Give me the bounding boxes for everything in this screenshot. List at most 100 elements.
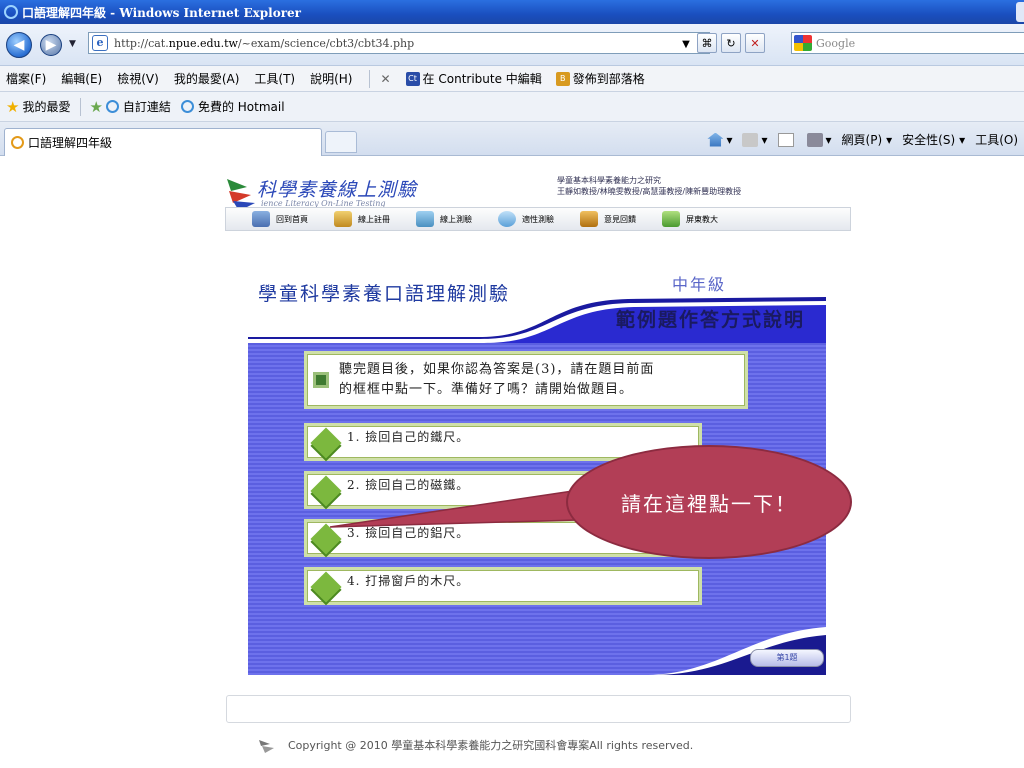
compatibility-view-icon[interactable]: ⌘ xyxy=(697,33,717,53)
back-button[interactable]: ◀ xyxy=(6,32,32,58)
close-toolbar-icon[interactable]: ✕ xyxy=(380,72,390,86)
blog-icon: B xyxy=(555,71,570,86)
nav-home-label: 回到首頁 xyxy=(276,214,308,224)
publish-blog-button[interactable]: B 發佈到部落格 xyxy=(555,70,645,87)
contribute-edit-button[interactable]: Ct 在 Contribute 中編輯 xyxy=(405,70,542,87)
university-nav-icon xyxy=(662,211,680,227)
home-icon xyxy=(707,132,724,147)
nav-adaptive-test[interactable]: 適性測驗 xyxy=(498,211,554,227)
next-question-button[interactable]: 第1題 xyxy=(748,649,824,671)
custom-links-label: 自訂連結 xyxy=(122,100,171,114)
menu-tools[interactable]: 工具(T) xyxy=(254,70,295,87)
site-nav: 回到首頁 線上註冊 線上測驗 適性測驗 意見回饋 屏東教大 xyxy=(225,207,851,231)
refresh-icon[interactable]: ↻ xyxy=(721,33,741,53)
hotmail-link[interactable]: 免費的 Hotmail xyxy=(180,98,285,115)
site-logo-title: 科學素養線上測驗 xyxy=(257,179,418,201)
copyright: Copyright @ 2010 學童基本科學素養能力之研究國科會專案All r… xyxy=(258,736,693,754)
project-title: 學童基本科學素養能力之研究 xyxy=(557,176,661,185)
nav-university-label: 屏東教大 xyxy=(686,214,718,224)
search-placeholder: Google xyxy=(816,36,856,50)
feeds-button[interactable]: ▾ xyxy=(742,132,768,147)
menu-favorites[interactable]: 我的最愛(A) xyxy=(174,70,240,87)
new-tab-button[interactable] xyxy=(325,131,357,153)
favorites-separator xyxy=(80,97,82,116)
stop-icon[interactable]: ✕ xyxy=(745,33,765,53)
url-path: /~exam/science/cbt3/cbt34.php xyxy=(237,36,415,50)
nav-university[interactable]: 屏東教大 xyxy=(662,211,718,227)
option-diamond-icon[interactable] xyxy=(310,571,342,603)
mail-icon xyxy=(777,132,794,147)
nav-home[interactable]: 回到首頁 xyxy=(252,211,308,227)
command-bar: ▾ ▾ ▾ 網頁(P) ▾ 安全性(S) ▾ 工具(O) xyxy=(697,131,1018,148)
option-diamond-icon[interactable] xyxy=(310,523,342,555)
page-icon: e xyxy=(92,35,108,51)
favorites-label: 我的最愛 xyxy=(22,100,71,114)
feedback-nav-icon xyxy=(580,211,598,227)
nav-feedback-label: 意見回饋 xyxy=(604,214,636,224)
bottom-wave xyxy=(248,627,826,675)
safety-menu[interactable]: 安全性(S) xyxy=(902,131,955,148)
menu-view[interactable]: 檢視(V) xyxy=(117,70,159,87)
menu-edit[interactable]: 編輯(E) xyxy=(61,70,102,87)
instruction-line-2: 的框框中點一下。準備好了嗎？請開始做題目。 xyxy=(339,382,634,397)
menu-file[interactable]: 檔案(F) xyxy=(6,70,46,87)
history-dropdown-icon[interactable]: ▼ xyxy=(69,39,76,49)
tools-menu[interactable]: 工具(O) xyxy=(975,131,1018,148)
option-label: 3. 撿回自己的鋁尺。 xyxy=(347,526,470,540)
tab-favicon xyxy=(11,136,24,149)
instruction-box: 聽完題目後，如果你認為答案是(3)，請在題目前面 的框框中點一下。準備好了嗎？請… xyxy=(304,351,748,409)
safety-menu-chevron-icon[interactable]: ▾ xyxy=(959,133,965,147)
nav-online-test[interactable]: 線上測驗 xyxy=(416,211,472,227)
option-diamond-icon[interactable] xyxy=(310,475,342,507)
test-nav-icon xyxy=(416,211,434,227)
address-toolbar: ◀ ▶ ▼ e http://cat. npue.edu.tw/~exam/sci… xyxy=(0,24,1024,66)
rss-icon xyxy=(742,132,759,147)
project-authors: 王靜如教授/林曉雯教授/高慧蓮教授/陳新豐助理教授 xyxy=(557,187,742,196)
click-hint-callout: 請在這裡點一下！ xyxy=(566,445,852,559)
nav-register[interactable]: 線上註冊 xyxy=(334,211,390,227)
option-label: 2. 撿回自己的磁鐵。 xyxy=(347,478,470,492)
next-question-label: 第1題 xyxy=(750,649,824,667)
nav-feedback[interactable]: 意見回饋 xyxy=(580,211,636,227)
window-title: 口語理解四年級 - Windows Internet Explorer xyxy=(22,5,301,20)
menu-help[interactable]: 說明(H) xyxy=(310,70,352,87)
window-controls[interactable] xyxy=(1016,2,1024,22)
ie-link-icon xyxy=(180,100,194,113)
add-favorite-button[interactable]: ★ 自訂連結 xyxy=(89,98,170,116)
tab-row: 口語理解四年級 ▾ ▾ ▾ 網頁(P) ▾ 安全性(S) ▾ 工具(O) xyxy=(0,122,1024,156)
ie-link-icon xyxy=(105,100,119,113)
callout-text: 請在這裡點一下！ xyxy=(621,491,797,516)
google-logo-icon xyxy=(794,35,812,51)
menu-separator xyxy=(369,69,371,88)
option-diamond-icon[interactable] xyxy=(310,427,342,459)
ie-logo-icon xyxy=(4,5,18,19)
project-credits: 學童基本科學素養能力之研究 王靜如教授/林曉雯教授/高慧蓮教授/陳新豐助理教授 xyxy=(557,175,741,197)
mail-button[interactable] xyxy=(777,132,797,147)
print-button[interactable]: ▾ xyxy=(806,132,832,147)
page-content: 科學素養線上測驗 ience Literacy On-Line Testing … xyxy=(0,157,1024,768)
grade-label: 中年級 xyxy=(672,275,727,294)
answer-option-4[interactable]: 4. 打掃窗戶的木尺。 xyxy=(304,567,702,605)
search-input[interactable]: Google xyxy=(791,32,1024,54)
forward-button[interactable]: ▶ xyxy=(40,34,62,56)
contribute-edit-label: 在 Contribute 中編輯 xyxy=(422,72,542,86)
page-menu-chevron-icon[interactable]: ▾ xyxy=(886,133,892,147)
footer-bar xyxy=(226,695,851,723)
contribute-icon: Ct xyxy=(405,71,420,86)
home-button[interactable]: ▾ xyxy=(707,132,732,147)
address-dropdown-icon[interactable]: ▼ xyxy=(676,34,696,54)
url-domain: npue.edu.tw xyxy=(168,36,238,50)
window-titlebar: 口語理解四年級 - Windows Internet Explorer xyxy=(0,0,1024,24)
page-menu[interactable]: 網頁(P) xyxy=(842,131,883,148)
address-input[interactable]: e http://cat. npue.edu.tw/~exam/science/c… xyxy=(88,32,710,54)
tab-current[interactable]: 口語理解四年級 xyxy=(4,128,322,156)
banner-title: 範例題作答方式說明 xyxy=(616,309,806,331)
favorites-button[interactable]: ★ 我的最愛 xyxy=(6,98,70,116)
site-header: 科學素養線上測驗 ience Literacy On-Line Testing … xyxy=(225,163,851,231)
adaptive-nav-icon xyxy=(498,211,516,227)
instruction-text: 聽完題目後，如果你認為答案是(3)，請在題目前面 的框框中點一下。準備好了嗎？請… xyxy=(339,360,654,400)
instruction-line-1: 聽完題目後，如果你認為答案是(3)，請在題目前面 xyxy=(339,362,655,377)
publish-blog-label: 發佈到部落格 xyxy=(572,72,645,86)
printer-icon xyxy=(806,132,823,147)
hotmail-label: 免費的 Hotmail xyxy=(197,100,285,114)
